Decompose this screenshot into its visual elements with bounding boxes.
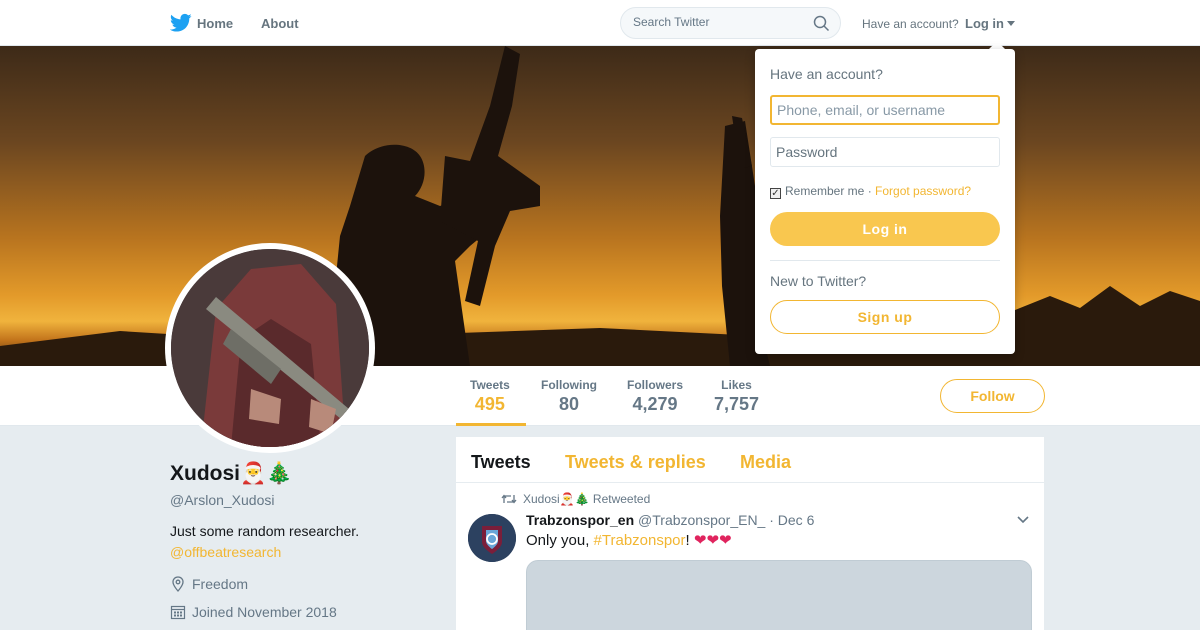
retweet-icon: [501, 494, 517, 504]
stat-value: 4,279: [632, 394, 678, 414]
profile-avatar[interactable]: [165, 243, 375, 453]
profile-bio-mention[interactable]: @offbeatresearch: [170, 544, 281, 560]
tweet-hashtag[interactable]: #Trabzonspor: [594, 532, 686, 549]
retweeted-by-text[interactable]: Xudosi🎅🎄 Retweeted: [523, 492, 650, 506]
signup-button[interactable]: Sign up: [770, 300, 1000, 334]
stat-label: Following: [541, 378, 597, 392]
tab-media[interactable]: Media: [740, 452, 791, 473]
new-to-twitter-text: New to Twitter?: [770, 273, 867, 289]
stat-label: Followers: [627, 378, 684, 392]
calendar-icon: [170, 605, 186, 620]
stat-value: 7,757: [714, 394, 760, 414]
login-dropdown: Have an account? ✓ Remember me · Forgot p…: [755, 49, 1015, 354]
caret-down-icon[interactable]: [1007, 21, 1015, 26]
location-pin-icon: [172, 576, 184, 592]
login-button[interactable]: Log in: [770, 212, 1000, 246]
tab-tweets-replies[interactable]: Tweets & replies: [565, 452, 706, 473]
stat-followers[interactable]: Followers 4,279: [627, 378, 683, 415]
tweet-date[interactable]: · Dec 6: [769, 512, 814, 528]
remember-me-label[interactable]: Remember me: [785, 184, 864, 198]
profile-bio: Just some random researcher.: [170, 523, 360, 539]
remember-me-checkbox[interactable]: ✓: [770, 188, 781, 199]
have-account-text: Have an account?: [862, 17, 959, 31]
tweet-author-handle[interactable]: @Trabzonspor_EN_: [638, 512, 765, 528]
profile-location: Freedom: [170, 576, 248, 592]
stat-value: 80: [558, 394, 580, 414]
tab-tweets[interactable]: Tweets: [471, 452, 531, 473]
timeline-tabs: Tweets Tweets & replies Media: [456, 437, 1044, 483]
remember-row: ✓ Remember me · Forgot password?: [770, 184, 971, 199]
avatar-image: [171, 249, 369, 447]
joined-text: Joined November 2018: [192, 604, 337, 620]
stat-value: 495: [474, 394, 505, 414]
follow-button[interactable]: Follow: [940, 379, 1045, 413]
stat-following[interactable]: Following 80: [541, 378, 597, 415]
profile-handle[interactable]: @Arslon_Xudosi: [170, 492, 275, 508]
trabzonspor-logo: [468, 514, 516, 562]
tweet-text-suffix: !: [685, 532, 694, 549]
search-input[interactable]: [633, 15, 808, 29]
tweet-author-name[interactable]: Trabzonspor_en: [526, 512, 634, 528]
nav-about-link[interactable]: About: [261, 16, 299, 31]
forgot-password-link[interactable]: Forgot password?: [875, 184, 971, 198]
twitter-bird-icon[interactable]: [170, 13, 192, 33]
separator: ·: [864, 184, 876, 198]
nav-home-link[interactable]: Home: [197, 16, 233, 31]
tweet-text: Only you, #Trabzonspor! ❤❤❤: [526, 531, 732, 549]
stat-label: Likes: [721, 378, 752, 392]
top-nav: Home About Have an account? Log in: [0, 0, 1200, 46]
username-field[interactable]: [770, 95, 1000, 125]
profile-joined: Joined November 2018: [170, 604, 337, 620]
tweet-header: Trabzonspor_en @Trabzonspor_EN_ · Dec 6: [526, 512, 814, 528]
search-box[interactable]: [620, 7, 841, 39]
dropdown-title: Have an account?: [770, 66, 883, 82]
search-icon[interactable]: [813, 15, 830, 32]
profile-name[interactable]: Xudosi🎅🎄: [170, 462, 292, 486]
stat-label: Tweets: [470, 378, 510, 392]
tweet-media[interactable]: [526, 560, 1032, 630]
password-field[interactable]: [770, 137, 1000, 167]
tweet-text-prefix: Only you,: [526, 532, 594, 549]
active-tab-underline: [456, 423, 526, 426]
stat-likes[interactable]: Likes 7,757: [714, 378, 759, 415]
login-dropdown-toggle[interactable]: Log in: [965, 16, 1004, 31]
divider: [770, 260, 1000, 261]
chevron-down-icon[interactable]: [1016, 515, 1030, 525]
timeline: Tweets Tweets & replies Media Xudosi🎅🎄 R…: [456, 437, 1044, 630]
location-text: Freedom: [192, 576, 249, 592]
heart-emojis: ❤❤❤: [693, 532, 732, 549]
tweet-author-avatar[interactable]: [468, 514, 516, 562]
retweet-context: Xudosi🎅🎄 Retweeted: [501, 492, 650, 506]
avatar-photo: [171, 249, 369, 447]
stat-tweets[interactable]: Tweets 495: [470, 378, 510, 415]
